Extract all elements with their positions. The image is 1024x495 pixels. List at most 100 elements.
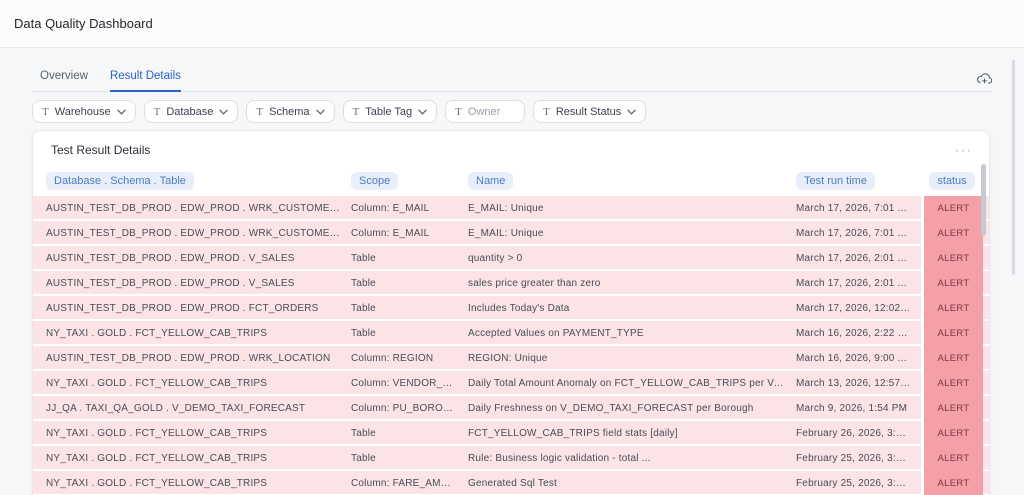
chevron-down-icon [418, 109, 427, 115]
cell-name: E_MAIL: Unique [468, 228, 796, 239]
cell-scope: Column: E_MAIL [351, 203, 468, 214]
cell-name: Daily Freshness on V_DEMO_TAXI_FORECAST … [468, 403, 796, 414]
cell-scope: Column: PU_BOROU… [351, 403, 468, 414]
filter-result-status[interactable]: T Result Status [533, 100, 646, 123]
cell-test-run-time: March 17, 2026, 12:02 AM [796, 303, 921, 314]
status-badge: ALERT [921, 346, 983, 371]
cell-scope: Column: FARE_AMOU… [351, 478, 468, 489]
cell-test-run-time: March 9, 2026, 1:54 PM [796, 403, 921, 414]
table-row[interactable]: AUSTIN_TEST_DB_PROD . EDW_PROD . FCT_ORD… [33, 296, 989, 321]
cell-database-schema-table: AUSTIN_TEST_DB_PROD . EDW_PROD . V_SALES [46, 278, 351, 289]
cell-name: REGION: Unique [468, 353, 796, 364]
chevron-down-icon [627, 109, 636, 115]
top-bar: Data Quality Dashboard [0, 0, 1024, 48]
filter-database[interactable]: T Database [144, 100, 239, 123]
filter-label: Schema [269, 106, 309, 118]
cell-name: Accepted Values on PAYMENT_TYPE [468, 328, 796, 339]
chevron-down-icon [117, 109, 126, 115]
cell-scope: Column: E_MAIL [351, 228, 468, 239]
table-header-row: Database . Schema . Table Scope Name Tes… [33, 165, 989, 196]
cell-test-run-time: February 25, 2026, 3:31 PM [796, 478, 921, 489]
cell-scope: Table [351, 303, 468, 314]
page-title: Data Quality Dashboard [14, 16, 153, 31]
text-filter-icon: T [42, 106, 49, 118]
status-badge: ALERT [921, 296, 983, 321]
filter-label: Table Tag [365, 106, 412, 118]
status-badge: ALERT [921, 421, 983, 446]
cell-database-schema-table: NY_TAXI . GOLD . FCT_YELLOW_CAB_TRIPS [46, 428, 351, 439]
cell-name: Daily Total Amount Anomaly on FCT_YELLOW… [468, 378, 796, 389]
cell-scope: Column: REGION [351, 353, 468, 364]
filter-schema[interactable]: T Schema [246, 100, 334, 123]
cell-name: E_MAIL: Unique [468, 203, 796, 214]
filter-warehouse[interactable]: T Warehouse [32, 100, 136, 123]
text-filter-icon: T [455, 106, 462, 118]
cell-name: quantity > 0 [468, 253, 796, 264]
column-header-scope[interactable]: Scope [351, 172, 398, 190]
table-row[interactable]: NY_TAXI . GOLD . FCT_YELLOW_CAB_TRIPS Ta… [33, 421, 989, 446]
filter-placeholder: Owner [468, 106, 500, 118]
status-badge: ALERT [921, 371, 983, 396]
cell-database-schema-table: AUSTIN_TEST_DB_PROD . EDW_PROD . WRK_CUS… [46, 228, 351, 239]
tab-result-details[interactable]: Result Details [110, 70, 181, 92]
table-row[interactable]: NY_TAXI . GOLD . FCT_YELLOW_CAB_TRIPS Ta… [33, 446, 989, 471]
cell-test-run-time: March 17, 2026, 7:01 AM [796, 228, 921, 239]
filter-label: Database [166, 106, 213, 118]
chevron-down-icon [219, 109, 228, 115]
cell-name: Rule: Business logic validation - total … [468, 453, 796, 464]
cell-test-run-time: March 13, 2026, 12:57 PM [796, 378, 921, 389]
filter-owner-input[interactable]: T Owner [445, 100, 525, 123]
column-header-name[interactable]: Name [468, 172, 513, 190]
cell-scope: Table [351, 278, 468, 289]
table-row[interactable]: NY_TAXI . GOLD . FCT_YELLOW_CAB_TRIPS Ta… [33, 321, 989, 346]
cell-test-run-time: February 26, 2026, 3:33 PM [796, 428, 921, 439]
more-menu-icon[interactable]: ··· [955, 147, 973, 153]
cell-scope: Table [351, 453, 468, 464]
cell-database-schema-table: JJ_QA . TAXI_QA_GOLD . V_DEMO_TAXI_FOREC… [46, 403, 351, 414]
table-row[interactable]: NY_TAXI . GOLD . FCT_YELLOW_CAB_TRIPS Co… [33, 471, 989, 495]
page-scrollbar[interactable] [1012, 60, 1015, 275]
status-badge: ALERT [921, 471, 983, 495]
cell-database-schema-table: NY_TAXI . GOLD . FCT_YELLOW_CAB_TRIPS [46, 378, 351, 389]
cell-scope: Column: VENDOR_NA… [351, 378, 468, 389]
cell-database-schema-table: AUSTIN_TEST_DB_PROD . EDW_PROD . WRK_LOC… [46, 353, 351, 364]
table-row[interactable]: AUSTIN_TEST_DB_PROD . EDW_PROD . WRK_CUS… [33, 221, 989, 246]
cell-database-schema-table: NY_TAXI . GOLD . FCT_YELLOW_CAB_TRIPS [46, 453, 351, 464]
column-header-status[interactable]: status [929, 172, 974, 190]
table-row[interactable]: AUSTIN_TEST_DB_PROD . EDW_PROD . WRK_LOC… [33, 346, 989, 371]
cell-database-schema-table: NY_TAXI . GOLD . FCT_YELLOW_CAB_TRIPS [46, 478, 351, 489]
table-row[interactable]: AUSTIN_TEST_DB_PROD . EDW_PROD . V_SALES… [33, 246, 989, 271]
table-row[interactable]: NY_TAXI . GOLD . FCT_YELLOW_CAB_TRIPS Co… [33, 371, 989, 396]
table-row[interactable]: JJ_QA . TAXI_QA_GOLD . V_DEMO_TAXI_FOREC… [33, 396, 989, 421]
test-result-details-card: Test Result Details ··· Database . Schem… [32, 130, 990, 495]
card-title: Test Result Details [51, 143, 150, 157]
status-badge: ALERT [921, 221, 983, 246]
text-filter-icon: T [154, 106, 161, 118]
table-row[interactable]: AUSTIN_TEST_DB_PROD . EDW_PROD . WRK_CUS… [33, 196, 989, 221]
cell-name: Generated Sql Test [468, 478, 796, 489]
filter-table-tag[interactable]: T Table Tag [343, 100, 438, 123]
cell-name: FCT_YELLOW_CAB_TRIPS field stats [daily] [468, 428, 796, 439]
cell-scope: Table [351, 253, 468, 264]
status-badge: ALERT [921, 396, 983, 421]
tab-bar: Overview Result Details [32, 48, 992, 92]
cell-scope: Table [351, 328, 468, 339]
card-scrollbar[interactable] [981, 164, 986, 236]
table-row[interactable]: AUSTIN_TEST_DB_PROD . EDW_PROD . V_SALES… [33, 271, 989, 296]
tab-overview[interactable]: Overview [40, 70, 88, 92]
cell-database-schema-table: AUSTIN_TEST_DB_PROD . EDW_PROD . WRK_CUS… [46, 203, 351, 214]
cloud-upload-icon[interactable] [977, 73, 992, 91]
cell-scope: Table [351, 428, 468, 439]
cell-test-run-time: February 25, 2026, 3:31 PM [796, 453, 921, 464]
cell-test-run-time: March 17, 2026, 7:01 AM [796, 203, 921, 214]
column-header-table[interactable]: Database . Schema . Table [46, 172, 194, 190]
status-badge: ALERT [921, 271, 983, 296]
status-badge: ALERT [921, 321, 983, 346]
cell-database-schema-table: AUSTIN_TEST_DB_PROD . EDW_PROD . FCT_ORD… [46, 303, 351, 314]
cell-database-schema-table: AUSTIN_TEST_DB_PROD . EDW_PROD . V_SALES [46, 253, 351, 264]
column-header-test-run-time[interactable]: Test run time [796, 172, 875, 190]
cell-database-schema-table: NY_TAXI . GOLD . FCT_YELLOW_CAB_TRIPS [46, 328, 351, 339]
cell-test-run-time: March 17, 2026, 2:01 AM [796, 253, 921, 264]
cell-test-run-time: March 17, 2026, 2:01 AM [796, 278, 921, 289]
filter-label: Result Status [556, 106, 621, 118]
